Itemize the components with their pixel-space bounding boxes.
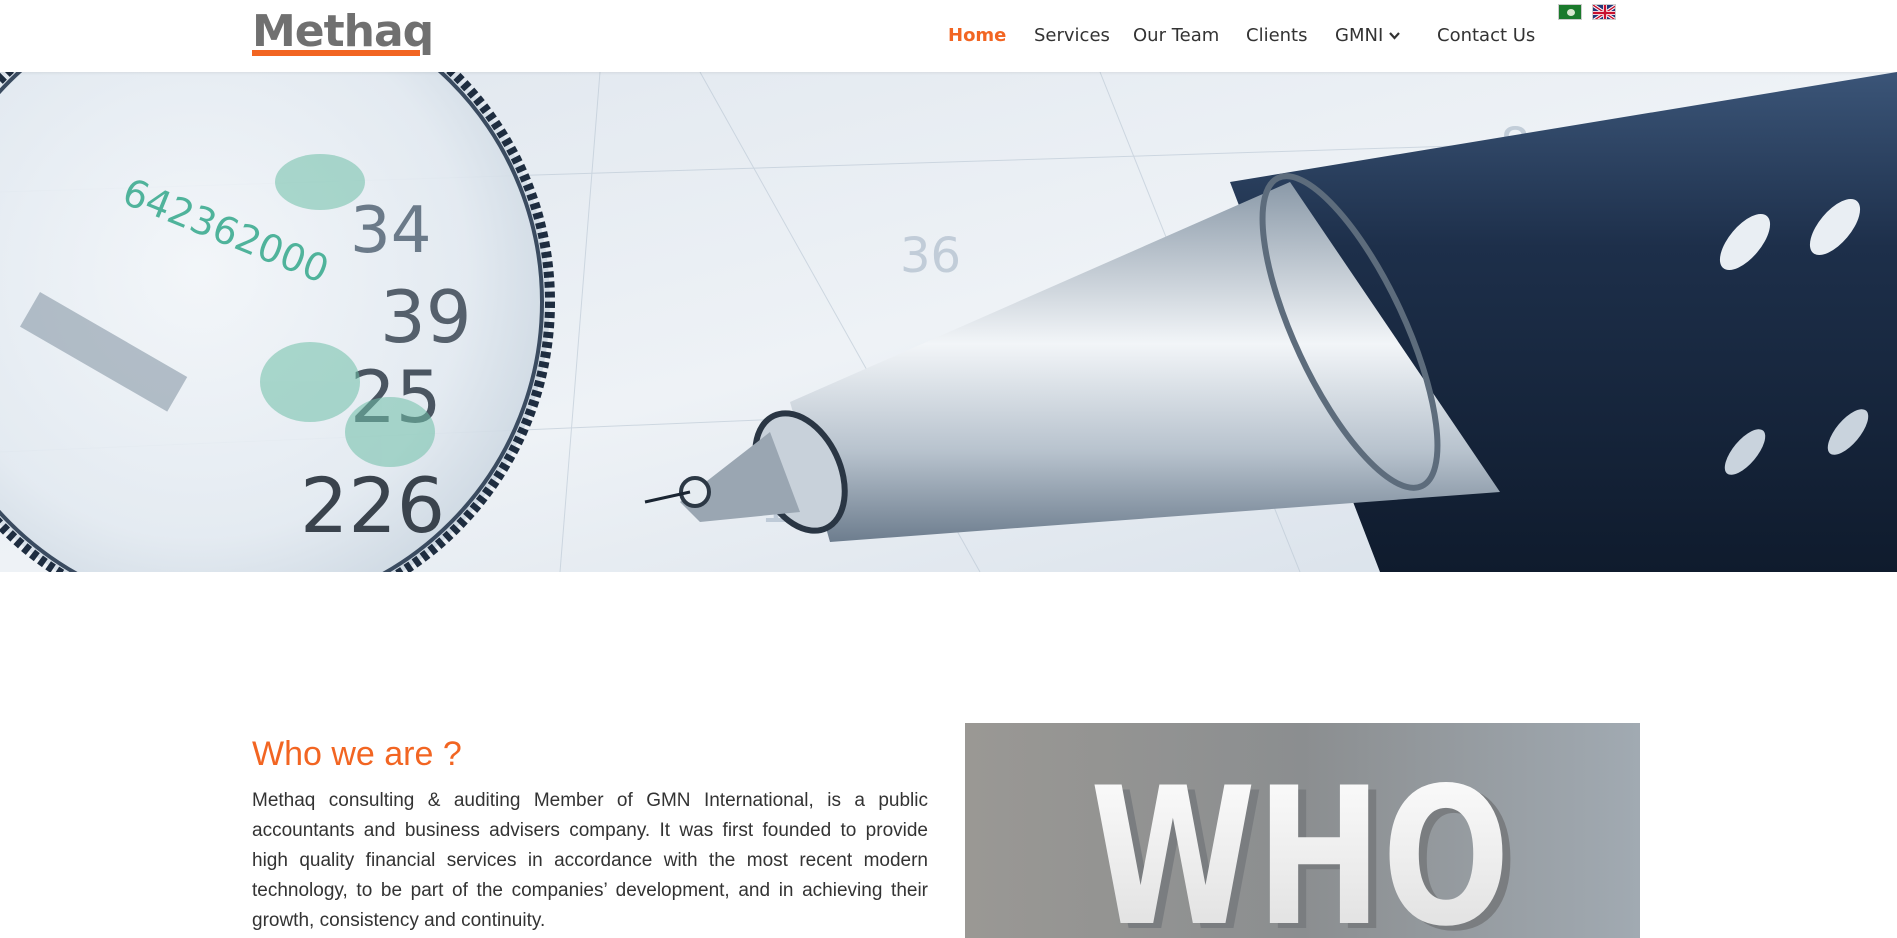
nav-gmni[interactable]: GMNI xyxy=(1335,24,1401,48)
nav-home[interactable]: Home xyxy=(948,24,1006,48)
who-we-are-image: WHO WHO xyxy=(965,723,1640,938)
svg-text:WHO: WHO xyxy=(1090,747,1510,938)
chevron-down-icon xyxy=(1389,24,1401,48)
logo-text: Methaq xyxy=(252,6,434,57)
nav-services[interactable]: Services xyxy=(1034,24,1110,48)
svg-text:226: 226 xyxy=(300,461,445,550)
who-we-are-heading: Who we are ? xyxy=(252,735,462,773)
nav-clients[interactable]: Clients xyxy=(1246,24,1308,48)
flag-emblem xyxy=(1567,9,1575,16)
logo-underline xyxy=(252,50,420,56)
uk-flag-icon[interactable] xyxy=(1592,4,1616,20)
site-header: Methaq Home Services Our Team Clients GM… xyxy=(0,0,1897,72)
svg-text:36: 36 xyxy=(900,228,961,284)
hero-illustration: 36 8 0 12 642362000 34 39 25 226 xyxy=(0,72,1897,572)
saudi-flag-icon[interactable] xyxy=(1558,4,1582,20)
nav-contact-us[interactable]: Contact Us xyxy=(1437,24,1535,48)
who-we-are-text: Methaq consulting & auditing Member of G… xyxy=(252,790,928,931)
uk-flag-graphic xyxy=(1593,5,1615,19)
methaq-logo[interactable]: Methaq xyxy=(252,6,434,58)
svg-text:34: 34 xyxy=(350,194,431,268)
hero-banner: 36 8 0 12 642362000 34 39 25 226 xyxy=(0,72,1897,572)
who-3d-text-graphic: WHO WHO xyxy=(965,723,1640,938)
nav-gmni-label: GMNI xyxy=(1335,25,1384,46)
svg-text:39: 39 xyxy=(380,275,472,359)
nav-our-team[interactable]: Our Team xyxy=(1133,24,1219,48)
